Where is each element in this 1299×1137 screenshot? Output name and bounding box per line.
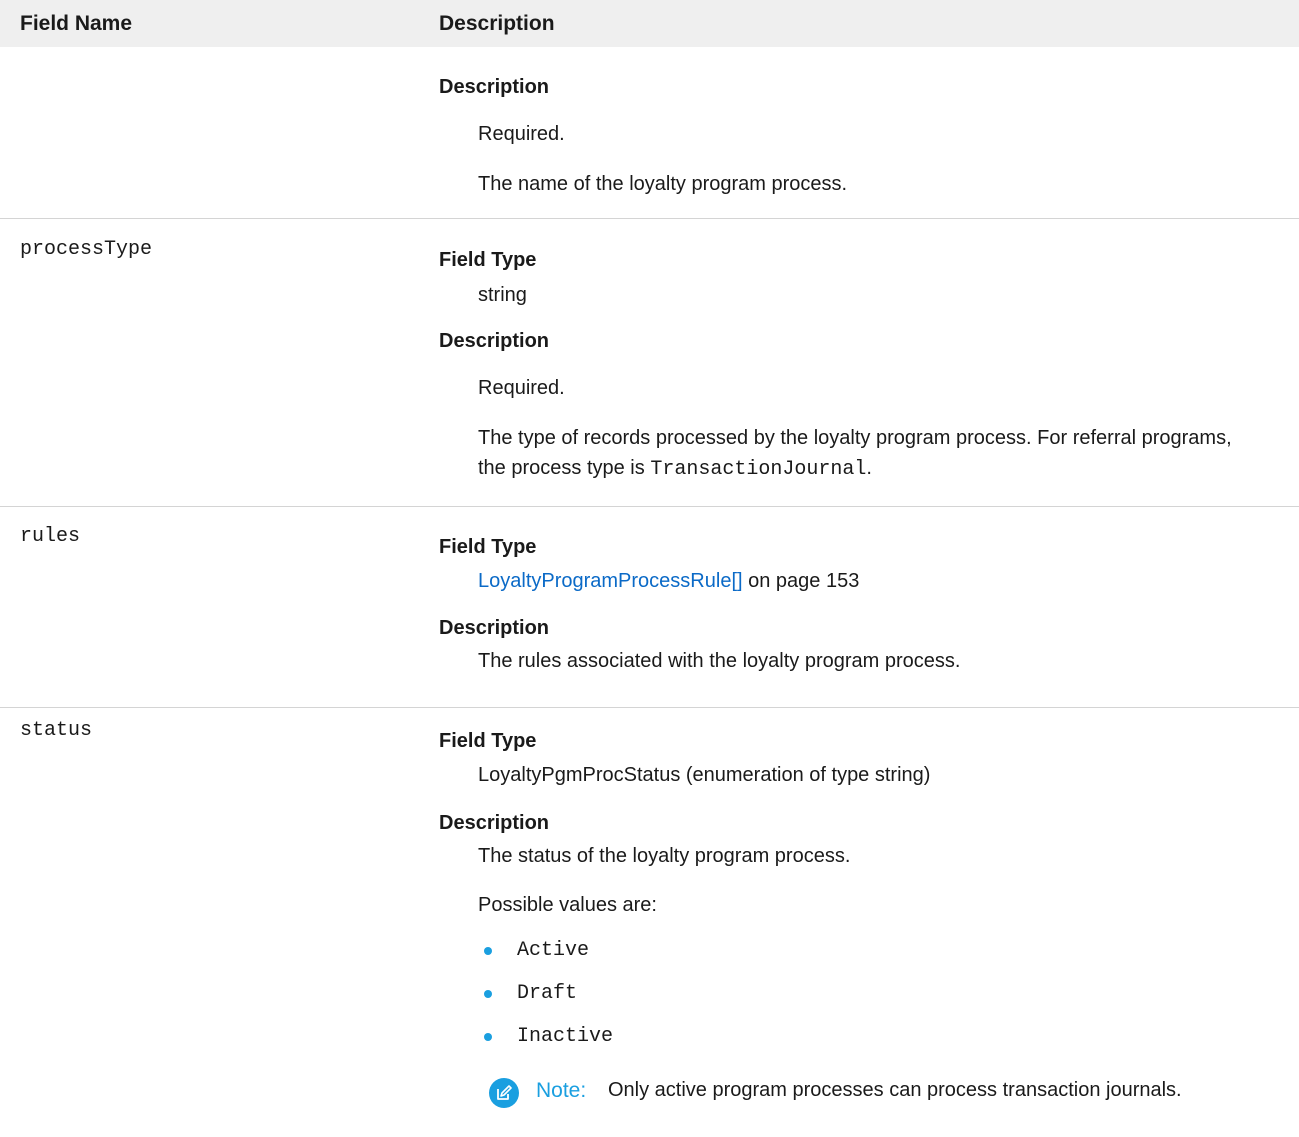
description-line-2-prefix: the process type is	[478, 457, 651, 479]
bullet-icon	[484, 990, 492, 998]
table-header: Field Name Description	[0, 0, 1299, 47]
list-item: Draft	[517, 982, 578, 1005]
description-label: Description	[439, 812, 550, 834]
description-label: Description	[439, 330, 550, 352]
table-row: processType Field Type string Descriptio…	[0, 219, 1299, 507]
bullet-icon	[484, 1033, 492, 1041]
column-header-field-name: Field Name	[20, 12, 133, 35]
note-pencil-icon	[489, 1078, 519, 1108]
description-text: The type of records processed by the loy…	[478, 423, 1293, 485]
field-type-label: Field Type	[439, 730, 537, 752]
field-name: status	[20, 719, 93, 742]
description-line-2-suffix: .	[866, 457, 872, 479]
note-label: Note:	[536, 1079, 587, 1102]
table-row: rules Field Type LoyaltyProgramProcessRu…	[0, 507, 1299, 708]
field-type-value: string	[478, 284, 527, 306]
list-item: Inactive	[517, 1025, 614, 1048]
note-text: Only active program processes can proces…	[608, 1079, 1182, 1101]
column-header-description: Description	[439, 12, 555, 35]
table-row: Description Required. The name of the lo…	[0, 47, 1299, 219]
field-name: rules	[20, 525, 81, 548]
field-type-label: Field Type	[439, 536, 537, 558]
required-text: Required.	[478, 123, 565, 145]
field-type-value: LoyaltyPgmProcStatus (enumeration of typ…	[478, 764, 931, 786]
link-loyalty-program-process-rule[interactable]: LoyaltyProgramProcessRule[]	[478, 570, 743, 592]
description-line-1: The type of records processed by the loy…	[478, 427, 1232, 449]
field-type-label: Field Type	[439, 249, 537, 271]
description-text: The status of the loyalty program proces…	[478, 845, 851, 867]
page: Field Name Description Description Requi…	[0, 0, 1299, 1137]
values-intro: Possible values are:	[478, 894, 657, 916]
field-name: processType	[20, 238, 153, 261]
table-row: status Field Type LoyaltyPgmProcStatus (…	[0, 708, 1299, 1137]
required-text: Required.	[478, 377, 565, 399]
description-label: Description	[439, 617, 550, 639]
description-text: The rules associated with the loyalty pr…	[478, 650, 961, 672]
list-item: Active	[517, 939, 590, 962]
field-type-value: LoyaltyProgramProcessRule[] on page 153	[478, 566, 1293, 596]
description-text: The name of the loyalty program process.	[478, 173, 848, 195]
bullet-icon	[484, 947, 492, 955]
description-label: Description	[439, 76, 550, 98]
page-reference: on page 153	[742, 570, 860, 592]
code-transaction-journal: TransactionJournal	[650, 458, 867, 481]
